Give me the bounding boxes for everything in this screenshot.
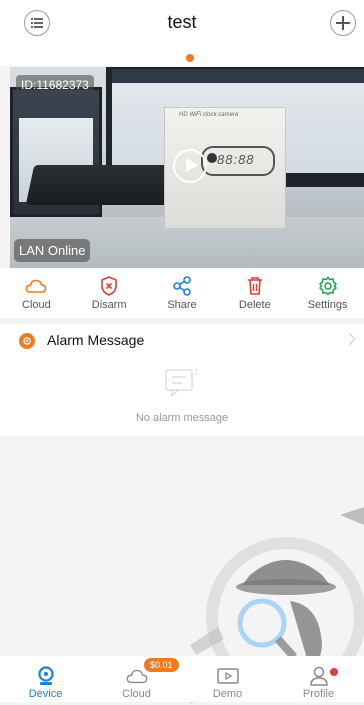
page-indicator (0, 48, 364, 66)
tab-profile[interactable]: Profile (273, 656, 364, 702)
camera-action-bar: Cloud Disarm Share Delete Settings (0, 268, 364, 318)
disarm-button[interactable]: Disarm (73, 268, 146, 318)
camera-icon (35, 666, 57, 686)
trash-icon (244, 276, 266, 296)
cloud-button[interactable]: Cloud (0, 268, 73, 318)
tab-demo-label: Demo (212, 688, 243, 700)
alarm-icon (19, 333, 35, 349)
disarm-label: Disarm (91, 299, 127, 311)
bottom-tab-bar: Device $0.01 Cloud Demo Profile (0, 656, 364, 702)
camera-id-label: ID:11682373 (16, 75, 94, 95)
settings-label: Settings (307, 299, 348, 311)
shield-x-icon (98, 276, 120, 296)
settings-button[interactable]: Settings (291, 268, 364, 318)
page-indicator-dot (186, 54, 194, 62)
tab-device-label: Device (28, 688, 63, 700)
clock-box-label: HD WiFi clock camera (179, 112, 239, 118)
alarm-message-section: Alarm Message No alarm message (0, 324, 364, 436)
notification-dot (330, 668, 338, 676)
alarm-message-header[interactable]: Alarm Message (0, 324, 364, 356)
plus-icon (336, 16, 350, 30)
gear-icon (317, 276, 339, 296)
play-video-icon (216, 666, 239, 686)
tab-device[interactable]: Device (0, 656, 91, 702)
cloud-price-badge: $0.01 (144, 658, 179, 672)
share-label: Share (167, 299, 197, 311)
clock-digits: 88:88 (217, 152, 255, 167)
play-button[interactable] (173, 149, 207, 183)
app-header: test (0, 0, 364, 48)
empty-alarm-text: No alarm message (135, 412, 229, 424)
cloud-icon (25, 276, 47, 296)
delete-button[interactable]: Delete (218, 268, 291, 318)
share-button[interactable]: Share (146, 268, 219, 318)
connection-status: LAN Online (14, 239, 91, 262)
tab-cloud-label: Cloud (122, 688, 151, 700)
user-icon (308, 666, 330, 686)
tab-profile-label: Profile (302, 688, 335, 700)
chevron-right-icon (348, 332, 357, 351)
share-icon (171, 276, 193, 296)
tab-cloud[interactable]: $0.01 Cloud (91, 656, 182, 702)
page-title: test (167, 12, 197, 32)
tab-demo[interactable]: Demo (182, 656, 273, 702)
add-device-button[interactable] (330, 10, 356, 36)
cloud-label: Cloud (22, 299, 51, 311)
empty-message-icon (162, 364, 202, 409)
alarm-message-title: Alarm Message (47, 332, 145, 348)
keyboard-image (25, 165, 185, 205)
camera-preview[interactable]: HD WiFi clock camera 88:88 ID:11682373 L… (10, 67, 364, 268)
cloud-icon (126, 666, 148, 686)
delete-label: Delete (238, 299, 271, 311)
